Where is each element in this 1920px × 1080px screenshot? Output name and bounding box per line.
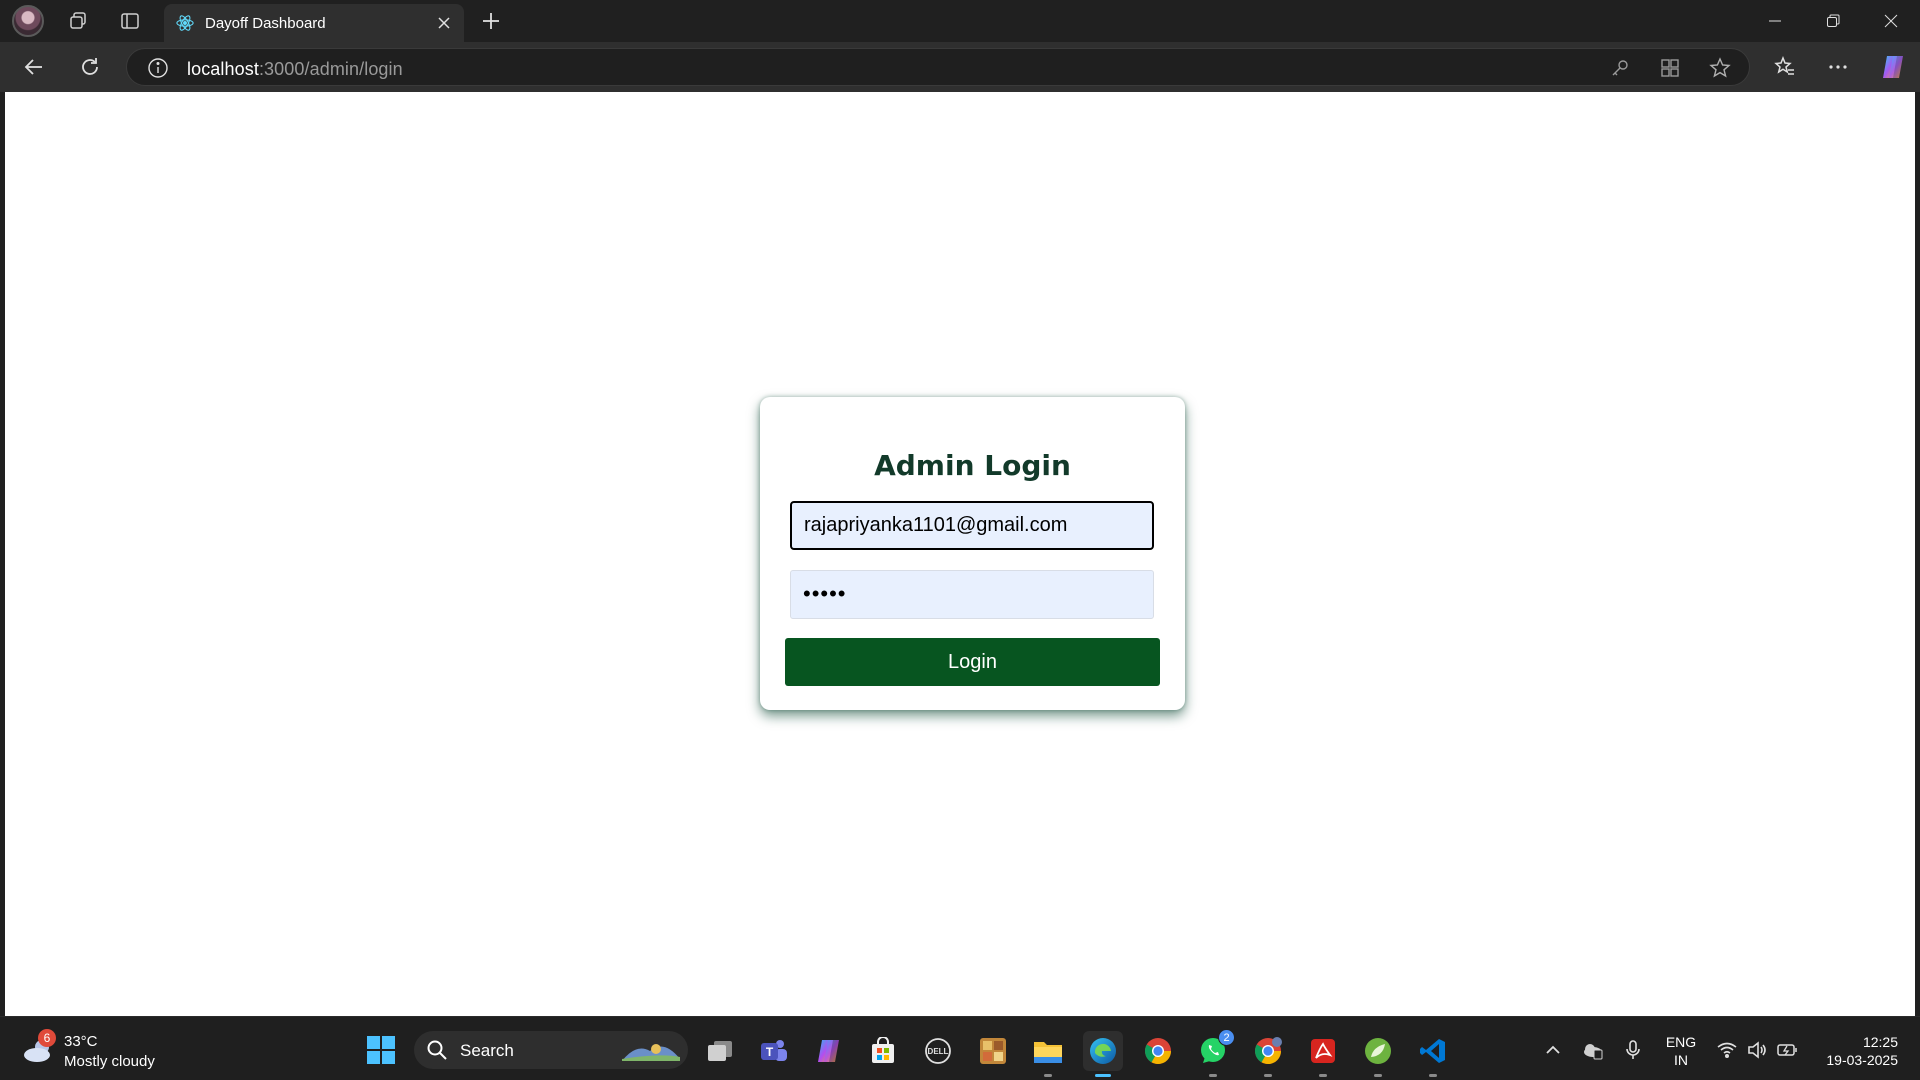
password-field[interactable]: ••••• <box>790 570 1154 619</box>
language-indicator[interactable]: ENG IN <box>1663 1033 1699 1069</box>
onedrive-icon[interactable] <box>1581 1039 1603 1061</box>
tab-dayoff-dashboard[interactable]: Dayoff Dashboard <box>164 4 464 42</box>
address-bar[interactable]: localhost:3000/admin/login <box>126 48 1750 86</box>
email-field[interactable]: rajapriyanka1101@gmail.com <box>790 501 1154 550</box>
login-card: Admin Login rajapriyanka1101@gmail.com •… <box>760 397 1185 710</box>
volume-icon[interactable] <box>1746 1039 1768 1061</box>
svg-text:DELL: DELL <box>928 1047 949 1056</box>
back-arrow-icon[interactable] <box>19 52 49 82</box>
wifi-icon[interactable] <box>1716 1039 1738 1061</box>
url-path: :3000/admin/login <box>258 59 403 79</box>
system-clock[interactable]: 12:25 19-03-2025 <box>1826 1033 1898 1069</box>
clock-date: 19-03-2025 <box>1826 1052 1898 1068</box>
chevron-up-icon[interactable] <box>1542 1039 1564 1061</box>
game-app-icon[interactable] <box>973 1031 1013 1071</box>
vertical-tabs-icon[interactable] <box>115 6 145 36</box>
running-indicator <box>1429 1074 1437 1077</box>
whatsapp-badge: 2 <box>1218 1029 1235 1046</box>
copilot-icon[interactable] <box>1878 52 1908 82</box>
minimize-icon[interactable] <box>1752 6 1798 36</box>
edge-icon[interactable] <box>1083 1031 1123 1077</box>
chrome-profile-icon[interactable] <box>1248 1031 1288 1077</box>
favorite-star-icon[interactable] <box>1709 57 1731 79</box>
page-viewport: Admin Login rajapriyanka1101@gmail.com •… <box>5 92 1915 1016</box>
battery-icon[interactable] <box>1776 1039 1798 1061</box>
running-indicator <box>1374 1074 1382 1077</box>
more-options-icon[interactable] <box>1823 52 1853 82</box>
tab-close-icon[interactable] <box>434 13 454 33</box>
microphone-icon[interactable] <box>1622 1039 1644 1061</box>
running-indicator <box>1044 1074 1052 1077</box>
favorites-icon[interactable] <box>1770 52 1800 82</box>
browser-toolbar: localhost:3000/admin/login <box>0 42 1920 92</box>
taskbar: 6 33°C Mostly cloudy Search T DELL 2 ENG… <box>0 1016 1920 1080</box>
task-view-icon[interactable] <box>700 1031 740 1071</box>
react-favicon-icon <box>176 15 194 31</box>
weather-description: Mostly cloudy <box>64 1053 155 1070</box>
region-code: IN <box>1674 1052 1688 1068</box>
teams-icon[interactable]: T <box>753 1031 793 1071</box>
app-available-icon[interactable] <box>1659 57 1681 79</box>
whatsapp-icon[interactable]: 2 <box>1193 1029 1235 1077</box>
site-info-icon[interactable] <box>147 57 169 79</box>
weather-temperature: 33°C <box>64 1033 98 1050</box>
tab-title: Dayoff Dashboard <box>205 15 326 32</box>
page-title: Admin Login <box>874 449 1071 482</box>
url-text: localhost:3000/admin/login <box>187 59 403 80</box>
microsoft-store-icon[interactable] <box>863 1031 903 1071</box>
restore-icon[interactable] <box>1810 6 1856 36</box>
key-icon[interactable] <box>1609 57 1631 79</box>
active-indicator <box>1095 1074 1111 1077</box>
search-highlight-icon <box>622 1044 680 1061</box>
language-code: ENG <box>1665 1034 1697 1050</box>
running-indicator <box>1209 1074 1217 1077</box>
chrome-icon[interactable] <box>1138 1031 1178 1071</box>
weather-widget[interactable]: 6 33°C Mostly cloudy <box>22 1029 182 1073</box>
running-indicator <box>1264 1074 1272 1077</box>
weather-alert-badge: 6 <box>38 1029 56 1047</box>
close-window-icon[interactable] <box>1868 6 1914 36</box>
file-explorer-icon[interactable] <box>1028 1031 1068 1077</box>
dell-icon[interactable]: DELL <box>918 1031 958 1071</box>
vscode-icon[interactable] <box>1413 1031 1453 1077</box>
url-host: localhost <box>187 59 259 79</box>
workspaces-icon[interactable] <box>63 6 93 36</box>
search-label: Search <box>460 1041 514 1060</box>
clock-time: 12:25 <box>1862 1034 1898 1050</box>
new-tab-icon[interactable] <box>476 6 506 36</box>
login-button[interactable]: Login <box>785 638 1160 686</box>
taskbar-search[interactable]: Search <box>414 1031 688 1069</box>
svg-text:T: T <box>766 1045 774 1059</box>
browser-title-bar: Dayoff Dashboard <box>0 0 1920 42</box>
windows-start-icon[interactable] <box>366 1035 396 1065</box>
acrobat-icon[interactable] <box>1303 1031 1343 1077</box>
refresh-icon[interactable] <box>75 52 105 82</box>
copilot-app-icon[interactable] <box>808 1031 848 1071</box>
profile-avatar[interactable] <box>12 5 44 37</box>
running-indicator <box>1319 1074 1327 1077</box>
spring-tool-icon[interactable] <box>1358 1031 1398 1077</box>
search-icon <box>427 1040 447 1060</box>
